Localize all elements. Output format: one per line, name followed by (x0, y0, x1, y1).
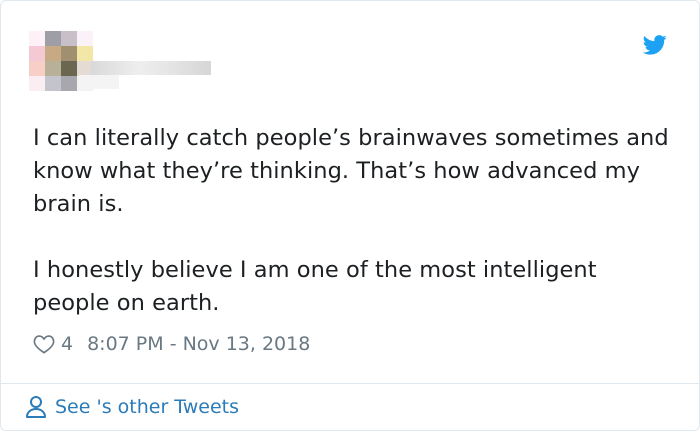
tweet-paragraph: I can literally catch people’s brainwave… (33, 125, 669, 217)
divider (1, 383, 699, 384)
tweet-meta: 4 8:07 PM - Nov 13, 2018 (33, 331, 310, 357)
person-icon (26, 396, 46, 418)
tweet-card: I can literally catch people’s brainwave… (0, 0, 700, 431)
see-other-tweets-link[interactable]: See 's other Tweets (25, 393, 239, 421)
tweet-paragraph: I honestly believe I am one of the most … (33, 257, 597, 316)
heart-icon[interactable] (33, 334, 55, 354)
tweet-header (1, 1, 699, 101)
author-handle-blurred[interactable] (79, 75, 119, 89)
like-count[interactable]: 4 (61, 333, 73, 355)
tweet-timestamp[interactable]: 8:07 PM - Nov 13, 2018 (87, 333, 310, 355)
see-other-tweets-label[interactable]: See 's other Tweets (55, 396, 239, 418)
tweet-text: I can literally catch people’s brainwave… (33, 122, 673, 320)
author-name-blurred[interactable] (91, 61, 211, 75)
twitter-bird-icon[interactable] (643, 35, 667, 55)
